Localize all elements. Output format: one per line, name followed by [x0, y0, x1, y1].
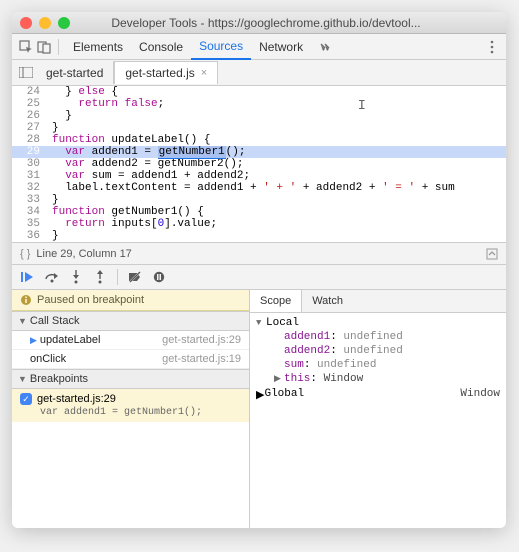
code-line-24[interactable]: 24 } else { — [12, 86, 506, 98]
scope-this[interactable]: ▶ this: Window — [256, 372, 500, 386]
code-content[interactable]: var addend1 = getNumber1(); — [48, 146, 506, 158]
gutter[interactable]: 32 — [12, 182, 48, 194]
gutter[interactable]: 31 — [12, 170, 48, 182]
resume-icon[interactable] — [18, 268, 38, 286]
triangle-down-icon: ▼ — [18, 316, 27, 326]
code-line-34[interactable]: 34function getNumber1() { — [12, 206, 506, 218]
gutter[interactable]: 26 — [12, 110, 48, 122]
file-tab-get-started-js[interactable]: get-started.js× — [114, 61, 218, 84]
titlebar: Developer Tools - https://googlechrome.g… — [12, 12, 506, 34]
debug-toolbar — [12, 265, 506, 290]
scope-var[interactable]: addend1: undefined — [256, 330, 500, 344]
code-line-35[interactable]: 35 return inputs[0].value; — [12, 218, 506, 230]
code-line-30[interactable]: 30 var addend2 = getNumber2(); — [12, 158, 506, 170]
pause-exceptions-icon[interactable] — [149, 268, 169, 286]
code-content[interactable]: return inputs[0].value; — [48, 218, 506, 230]
gutter[interactable]: 25 — [12, 98, 48, 110]
cursor-position: Line 29, Column 17 — [36, 248, 131, 260]
scope-var[interactable]: addend2: undefined — [256, 344, 500, 358]
code-line-32[interactable]: 32 label.textContent = addend1 + ' + ' +… — [12, 182, 506, 194]
code-line-28[interactable]: 28function updateLabel() { — [12, 134, 506, 146]
scope-tree[interactable]: ▼ Local addend1: undefinedaddend2: undef… — [250, 313, 506, 528]
step-into-icon[interactable] — [66, 268, 86, 286]
pause-message: Paused on breakpoint — [12, 290, 249, 311]
triangle-right-icon: ▶ — [256, 388, 264, 402]
gutter[interactable]: 30 — [12, 158, 48, 170]
debugger-pane: Paused on breakpoint ▼ Call Stack ▶updat… — [12, 264, 506, 528]
code-line-25[interactable]: 25 return false; — [12, 98, 506, 110]
editor-statusbar: { } Line 29, Column 17 — [12, 242, 506, 264]
devtools-tabs: ElementsConsoleSourcesNetwork — [12, 34, 506, 60]
code-content[interactable]: } — [48, 122, 506, 134]
code-line-31[interactable]: 31 var sum = addend1 + addend2; — [12, 170, 506, 182]
code-content[interactable]: } — [48, 110, 506, 122]
code-content[interactable]: return false; — [48, 98, 506, 110]
device-mode-icon[interactable] — [36, 39, 52, 55]
triangle-right-icon: ▶ — [274, 374, 284, 384]
debug-panels: Paused on breakpoint ▼ Call Stack ▶updat… — [12, 290, 506, 528]
step-over-icon[interactable] — [42, 268, 62, 286]
code-line-26[interactable]: 26 } — [12, 110, 506, 122]
triangle-down-icon: ▼ — [18, 374, 27, 384]
code-line-29[interactable]: 29 var addend1 = getNumber1(); — [12, 146, 506, 158]
debug-right-panel: ScopeWatch ▼ Local addend1: undefinedadd… — [250, 290, 506, 528]
stack-frame[interactable]: onClickget-started.js:19 — [12, 350, 249, 369]
code-content[interactable]: } else { — [48, 86, 506, 98]
tab-scope[interactable]: Scope — [250, 290, 302, 312]
code-editor[interactable]: I 24 } else {25 return false;26 }27}28fu… — [12, 86, 506, 242]
scope-global[interactable]: ▶ Global Window — [256, 386, 500, 404]
code-content[interactable]: label.textContent = addend1 + ' + ' + ad… — [48, 182, 506, 194]
separator — [117, 269, 118, 285]
scope-var[interactable]: sum: undefined — [256, 358, 500, 372]
pretty-print-icon[interactable]: { } — [20, 248, 30, 260]
code-content[interactable]: } — [48, 194, 506, 206]
debug-left-panel: Paused on breakpoint ▼ Call Stack ▶updat… — [12, 290, 250, 528]
file-tab-get-started[interactable]: get-started — [36, 61, 114, 84]
code-line-27[interactable]: 27} — [12, 122, 506, 134]
code-line-33[interactable]: 33} — [12, 194, 506, 206]
tab-sources[interactable]: Sources — [191, 34, 251, 60]
tab-elements[interactable]: Elements — [65, 34, 131, 60]
gutter[interactable]: 27 — [12, 122, 48, 134]
gutter[interactable]: 28 — [12, 134, 48, 146]
code-content[interactable]: var sum = addend1 + addend2; — [48, 170, 506, 182]
gutter[interactable]: 36 — [12, 230, 48, 242]
call-stack-header[interactable]: ▼ Call Stack — [12, 311, 249, 331]
breakpoint-item[interactable]: ✓get-started.js:29var addend1 = getNumbe… — [12, 389, 249, 422]
window-title: Developer Tools - https://googlechrome.g… — [34, 16, 498, 30]
step-out-icon[interactable] — [90, 268, 110, 286]
devtools-window: Developer Tools - https://googlechrome.g… — [12, 12, 506, 528]
gutter[interactable]: 33 — [12, 194, 48, 206]
gutter[interactable]: 35 — [12, 218, 48, 230]
expand-icon[interactable] — [486, 248, 498, 260]
gutter[interactable]: 29 — [12, 146, 48, 158]
breakpoints-header[interactable]: ▼ Breakpoints — [12, 369, 249, 389]
code-content[interactable]: function getNumber1() { — [48, 206, 506, 218]
scope-watch-tabs: ScopeWatch — [250, 290, 506, 313]
inspect-icon[interactable] — [18, 39, 34, 55]
close-window-icon[interactable] — [20, 17, 32, 29]
separator — [58, 39, 59, 55]
tab-watch[interactable]: Watch — [302, 290, 353, 312]
code-content[interactable]: var addend2 = getNumber2(); — [48, 158, 506, 170]
more-tabs-icon[interactable] — [317, 39, 333, 55]
file-tabs: get-startedget-started.js× — [12, 60, 506, 86]
checkbox-icon[interactable]: ✓ — [20, 393, 32, 405]
close-icon[interactable]: × — [201, 67, 207, 79]
code-content[interactable]: } — [48, 230, 506, 242]
tab-network[interactable]: Network — [251, 34, 311, 60]
code-content[interactable]: function updateLabel() { — [48, 134, 506, 146]
stack-frame[interactable]: ▶updateLabelget-started.js:29 — [12, 331, 249, 350]
scope-local[interactable]: ▼ Local — [256, 316, 500, 330]
info-icon — [20, 294, 32, 306]
code-line-36[interactable]: 36} — [12, 230, 506, 242]
gutter[interactable]: 34 — [12, 206, 48, 218]
kebab-menu-icon[interactable] — [484, 39, 500, 55]
deactivate-breakpoints-icon[interactable] — [125, 268, 145, 286]
gutter[interactable]: 24 — [12, 86, 48, 98]
triangle-down-icon: ▼ — [256, 318, 266, 328]
tab-console[interactable]: Console — [131, 34, 191, 60]
navigator-toggle-icon[interactable] — [16, 67, 36, 78]
